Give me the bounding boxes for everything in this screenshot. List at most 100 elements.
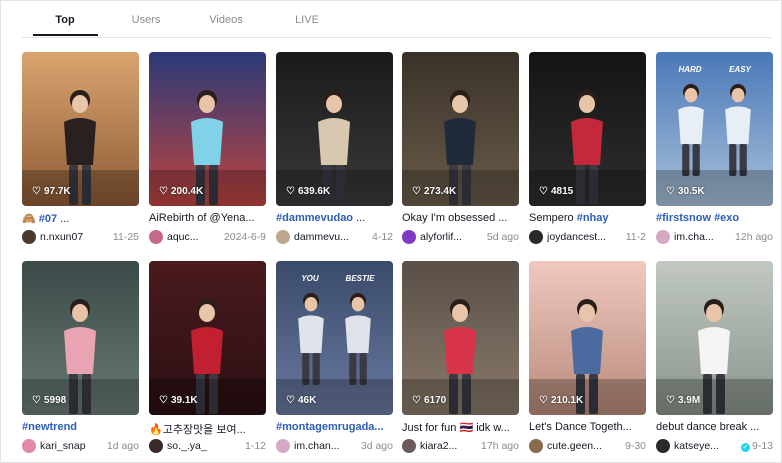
post-date: 4-12	[372, 231, 393, 243]
username[interactable]: alyforlif...	[420, 231, 483, 243]
username[interactable]: dammevu...	[294, 231, 368, 243]
video-caption[interactable]: 🙈 #07 ...	[22, 212, 139, 225]
caption-hashtag[interactable]: #07	[39, 213, 57, 225]
video-caption[interactable]: #dammevudao ...	[276, 212, 393, 224]
heart-icon: ♡	[666, 186, 675, 197]
caption-text: Sempero	[529, 212, 577, 224]
caption-hashtag[interactable]: #dammevudao	[276, 212, 353, 224]
username[interactable]: kari_snap	[40, 440, 103, 452]
video-card[interactable]: ♡ 6170 Just for fun 🇹🇭 idk w... kiara2... 17…	[402, 261, 519, 457]
heart-icon: ♡	[32, 186, 41, 197]
video-card[interactable]: ♡ 5998 #newtrend kari_snap 1d ago	[22, 261, 139, 457]
post-date-value: 17h ago	[481, 440, 519, 452]
username[interactable]: so._.ya_	[167, 440, 241, 452]
post-date-value: 4-12	[371, 231, 393, 243]
username[interactable]: joydancest...	[547, 231, 622, 243]
video-meta: alyforlif... 5d ago	[402, 229, 519, 245]
video-caption[interactable]: AiRebirth of @Yena...	[149, 212, 266, 224]
video-thumbnail[interactable]	[529, 52, 646, 206]
avatar[interactable]	[656, 439, 670, 453]
video-caption[interactable]: 🔥고추장맛을 보여...	[149, 421, 266, 437]
video-caption[interactable]: #firstsnow #exo	[656, 212, 773, 224]
avatar[interactable]	[22, 230, 36, 244]
caption-text: 고추장맛을 보여...	[162, 424, 246, 436]
username[interactable]: katseye...	[674, 440, 737, 452]
username[interactable]: im.chan...	[294, 440, 357, 452]
video-thumbnail[interactable]: YOU BESTIE	[276, 261, 393, 415]
caption-hashtag[interactable]: #nhay	[577, 212, 609, 224]
video-card[interactable]: ♡ 273.4K Okay I'm obsessed ... alyforlif...…	[402, 52, 519, 248]
avatar[interactable]	[276, 230, 290, 244]
post-date: 11-25	[113, 231, 139, 243]
post-date: 1d ago	[107, 440, 139, 452]
like-count: ♡ 210.1K	[539, 395, 583, 406]
avatar[interactable]	[656, 230, 670, 244]
video-card[interactable]: ♡ 39.1K 🔥고추장맛을 보여... so._.ya_ 1-12	[149, 261, 266, 457]
video-thumbnail[interactable]	[402, 52, 519, 206]
username[interactable]: n.nxun07	[40, 231, 109, 243]
username[interactable]: im.cha...	[674, 231, 731, 243]
like-count-value: 39.1K	[170, 395, 198, 406]
video-card[interactable]: YOU BESTIE ♡ 46K #montagemrugada... im.chan..…	[276, 261, 393, 457]
video-caption[interactable]: Let's Dance Togeth...	[529, 421, 646, 433]
avatar[interactable]	[402, 230, 416, 244]
video-thumbnail[interactable]	[149, 52, 266, 206]
video-card[interactable]: ♡ 210.1K Let's Dance Togeth... cute.geen...…	[529, 261, 646, 457]
video-thumbnail[interactable]	[656, 261, 773, 415]
video-meta: katseye... ✓ 9-13	[656, 438, 773, 454]
like-count: ♡ 46K	[286, 395, 316, 406]
video-caption[interactable]: Sempero #nhay	[529, 212, 646, 224]
like-count: ♡ 97.7K	[32, 186, 71, 197]
video-thumbnail[interactable]	[149, 261, 266, 415]
like-count-value: 639.6K	[297, 186, 331, 197]
post-date-value: 11-2	[625, 231, 646, 243]
heart-icon: ♡	[666, 395, 675, 406]
heart-icon: ♡	[286, 395, 295, 406]
video-meta: dammevu... 4-12	[276, 229, 393, 245]
caption-hashtag[interactable]: #newtrend	[22, 421, 77, 433]
video-card[interactable]: ♡ 97.7K 🙈 #07 ... n.nxun07 11-25	[22, 52, 139, 248]
username[interactable]: cute.geen...	[547, 440, 621, 452]
video-card[interactable]: ♡ 200.4K AiRebirth of @Yena... aquc... 2024-…	[149, 52, 266, 248]
username[interactable]: kiara2...	[420, 440, 477, 452]
avatar[interactable]	[276, 439, 290, 453]
video-card[interactable]: HARD EASY ♡ 30.5K #firstsnow #exo im.cha... 12…	[656, 52, 773, 248]
heart-icon: ♡	[539, 395, 548, 406]
video-caption[interactable]: Okay I'm obsessed ...	[402, 212, 519, 224]
video-card[interactable]: ♡ 3.9M debut dance break ... katseye... ✓ 9-1…	[656, 261, 773, 457]
video-card[interactable]: ♡ 639.6K #dammevudao ... dammevu... 4-12	[276, 52, 393, 248]
video-thumbnail[interactable]	[22, 52, 139, 206]
post-date-value: 2024-6-9	[223, 231, 266, 243]
video-thumbnail[interactable]	[276, 52, 393, 206]
heart-icon: ♡	[412, 395, 421, 406]
active-tab-indicator	[33, 34, 98, 36]
video-thumbnail[interactable]: HARD EASY	[656, 52, 773, 206]
caption-text: Just for fun 🇹🇭 idk w...	[402, 422, 510, 434]
caption-hashtag[interactable]: #montagemrugada...	[276, 421, 384, 433]
verified-icon: ✓	[740, 443, 750, 452]
like-count-value: 3.9M	[677, 395, 701, 406]
video-caption[interactable]: debut dance break ...	[656, 421, 773, 433]
avatar[interactable]	[149, 439, 163, 453]
avatar[interactable]	[529, 230, 543, 244]
post-date-value: 9-13	[751, 440, 773, 452]
video-caption[interactable]: Just for fun 🇹🇭 idk w...	[402, 421, 519, 434]
avatar[interactable]	[149, 230, 163, 244]
avatar[interactable]	[402, 439, 416, 453]
video-thumbnail[interactable]	[529, 261, 646, 415]
caption-hashtag[interactable]: #firstsnow #exo	[656, 212, 739, 224]
username[interactable]: aquc...	[167, 231, 220, 243]
post-date-value: 5d ago	[486, 231, 519, 243]
avatar[interactable]	[529, 439, 543, 453]
tab-live[interactable]: LIVE	[257, 14, 357, 26]
video-card[interactable]: ♡ 4815 Sempero #nhay joydancest... 11-2	[529, 52, 646, 248]
video-caption[interactable]: #newtrend	[22, 421, 139, 433]
video-meta: kari_snap 1d ago	[22, 438, 139, 454]
video-thumbnail[interactable]	[402, 261, 519, 415]
caption-emoji: 🔥	[149, 424, 163, 436]
video-caption[interactable]: #montagemrugada...	[276, 421, 393, 433]
video-thumbnail[interactable]	[22, 261, 139, 415]
avatar[interactable]	[22, 439, 36, 453]
post-date: 5d ago	[487, 231, 519, 243]
video-meta: joydancest... 11-2	[529, 229, 646, 245]
